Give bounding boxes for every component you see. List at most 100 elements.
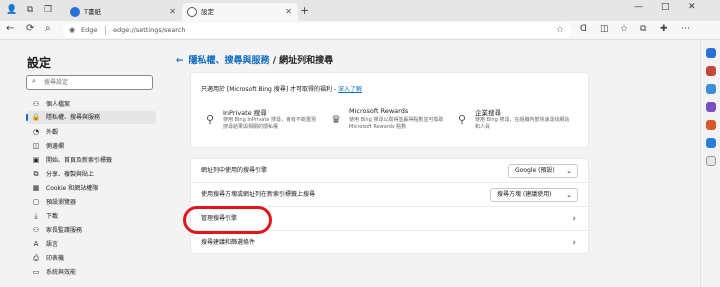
extensions-icon[interactable]: ✚ bbox=[660, 24, 668, 34]
sidebar-item-label: 分享、複製與貼上 bbox=[46, 171, 95, 178]
sidebar-item-languages[interactable]: A 語言 bbox=[26, 238, 156, 251]
address-brand: Edge bbox=[81, 26, 98, 34]
tab-label: T書紙 bbox=[84, 8, 101, 16]
row-label: 使用搜尋方塊或網址列在新索引標籤上搜尋 bbox=[201, 191, 316, 198]
share-icon: ⧉ bbox=[33, 170, 39, 178]
bing-intro: 只適用於 [Microsoft Bing 搜尋] 才可取得的福利 - 深入了解 bbox=[201, 84, 362, 93]
new-tab-search-row: 使用搜尋方塊或網址列在新索引標籤上搜尋 搜尋方塊 (建議使用) ⌄ bbox=[191, 183, 590, 207]
tab-1[interactable]: T書紙 ✕ bbox=[65, 3, 182, 21]
page-title: 設定 bbox=[27, 56, 52, 70]
favorite-star-icon[interactable]: ☆ bbox=[556, 23, 564, 38]
refresh-icon[interactable]: ⟳ bbox=[26, 23, 34, 34]
address-url[interactable]: edge://settings/search bbox=[113, 23, 186, 38]
search-icon: ⌕ bbox=[32, 77, 36, 85]
search-icon[interactable] bbox=[706, 48, 716, 58]
minimize-button[interactable]: — bbox=[634, 2, 643, 12]
highlight-annotation bbox=[183, 206, 272, 234]
outlook-icon[interactable] bbox=[706, 138, 716, 148]
tab-settings[interactable]: 設定 ✕ bbox=[182, 3, 298, 21]
sidebar-item-label: 開始、首頁及新索引標籤 bbox=[46, 157, 113, 164]
search-suggestions-row[interactable]: 搜尋建議和篩選條件 › bbox=[191, 231, 590, 255]
sidebar-item-cookies[interactable]: ▦ Cookie 和網站權限 bbox=[26, 182, 156, 195]
new-tab-button[interactable]: + bbox=[300, 4, 309, 17]
close-window-button[interactable]: ✕ bbox=[688, 2, 696, 12]
chevron-right-icon: › bbox=[572, 214, 576, 224]
close-icon[interactable]: ✕ bbox=[285, 3, 292, 21]
bing-benefits-card: 只適用於 [Microsoft Bing 搜尋] 才可取得的福利 - 深入了解 … bbox=[190, 72, 589, 148]
breadcrumb: ← 隱私權、搜尋與服務 / 網址列和搜尋 bbox=[176, 53, 333, 66]
sidebar-item-system[interactable]: ▭ 系統與效能 bbox=[26, 266, 156, 279]
browser-icon: ▢ bbox=[32, 198, 40, 206]
sidebar-item-default-browser[interactable]: ▢ 預設瀏覽器 bbox=[26, 196, 156, 209]
person-icon: ⚇ bbox=[32, 100, 40, 108]
sidebar-item-label: 系統與效能 bbox=[46, 269, 77, 276]
workspaces-icon[interactable]: ⧉ bbox=[24, 4, 36, 16]
add-icon[interactable] bbox=[706, 156, 716, 166]
sidebar-item-label: 語言 bbox=[46, 241, 59, 248]
sidebar-item-label: 印表機 bbox=[46, 255, 65, 262]
sidebar-item-share[interactable]: ⧉ 分享、複製與貼上 bbox=[26, 168, 156, 181]
sidebar-item-profiles[interactable]: ⚇ 個人檔案 bbox=[26, 98, 156, 111]
sidebar-item-sidebar[interactable]: ◫ 側邊欄 bbox=[26, 140, 156, 153]
settings-sidebar: 設定 ⌕ ⚇ 個人檔案 🔒 隱私權、搜尋與服務 ◔ 外觀 ◫ 側邊欄 ▣ 開始、… bbox=[0, 40, 165, 287]
sidebar-item-label: 個人檔案 bbox=[46, 101, 71, 108]
tab-label: 設定 bbox=[201, 8, 214, 16]
feature-desc: 使用 Bing 搜尋，在組織內部快速尋找網站和人員 bbox=[475, 117, 570, 130]
search-icon[interactable]: ⌕ bbox=[45, 23, 51, 34]
sidebar-item-privacy[interactable]: 🔒 隱私權、搜尋與服務 bbox=[26, 111, 156, 124]
sidebar-item-label: 家長監護服務 bbox=[46, 227, 83, 234]
search-engine-select[interactable]: Google (預設) ⌄ bbox=[508, 164, 578, 178]
sidebar-item-start-home[interactable]: ▣ 開始、首頁及新索引標籤 bbox=[26, 154, 156, 167]
back-arrow-icon[interactable]: ← bbox=[6, 23, 14, 34]
edge-sidebar bbox=[700, 40, 720, 287]
shopping-icon[interactable] bbox=[706, 66, 716, 76]
chevron-down-icon: ⌄ bbox=[566, 191, 572, 199]
search-input[interactable] bbox=[44, 77, 148, 88]
profile-icon[interactable]: 👤 bbox=[6, 4, 18, 16]
chevron-right-icon: › bbox=[572, 238, 576, 248]
games-icon[interactable] bbox=[706, 102, 716, 112]
close-icon[interactable]: ✕ bbox=[169, 3, 176, 21]
printer-icon: ⎙ bbox=[33, 254, 39, 262]
feature-title: InPrivate 搜尋 bbox=[223, 109, 267, 117]
back-arrow-icon[interactable]: ← bbox=[176, 56, 184, 66]
select-value: 搜尋方塊 (建議使用) bbox=[497, 191, 552, 198]
breadcrumb-parent-link[interactable]: 隱私權、搜尋與服務 bbox=[189, 56, 270, 66]
favorites-icon[interactable]: ☆ bbox=[620, 24, 628, 34]
sidebar-item-printers[interactable]: ⎙ 印表機 bbox=[26, 252, 156, 265]
office-icon[interactable] bbox=[706, 120, 716, 130]
new-tab-search-select[interactable]: 搜尋方塊 (建議使用) ⌄ bbox=[490, 188, 578, 202]
rewards-icon: ♛ bbox=[331, 113, 341, 126]
address-divider bbox=[105, 26, 106, 35]
sidebar-item-label: 預設瀏覽器 bbox=[46, 199, 77, 206]
more-icon[interactable]: ⋯ bbox=[681, 24, 690, 34]
tools-icon[interactable] bbox=[706, 84, 716, 94]
feature-desc: 使用 Bing InPrivate 搜尋，會有不斷重現搜尋結果與相關的隱私權 bbox=[223, 117, 317, 130]
cookie-icon: ▦ bbox=[32, 184, 40, 192]
sidebar-item-downloads[interactable]: ⤓ 下載 bbox=[26, 210, 156, 223]
tab-favicon bbox=[70, 7, 80, 17]
select-value: Google (預設) bbox=[515, 167, 555, 174]
gear-icon bbox=[187, 7, 197, 17]
breadcrumb-current: 網址列和搜尋 bbox=[279, 56, 334, 66]
split-screen-icon[interactable]: ◫ bbox=[600, 24, 609, 34]
feature-inprivate: ⚲ InPrivate 搜尋 使用 Bing InPrivate 搜尋，會有不斷… bbox=[201, 107, 319, 143]
search-settings-box[interactable]: ⌕ bbox=[26, 75, 153, 90]
chevron-down-icon: ⌄ bbox=[566, 167, 572, 175]
family-icon: ⚇ bbox=[32, 226, 40, 234]
feature-desc: 使用 Bing 搜尋以取得並贏得點數並可換取 Microsoft Rewards… bbox=[349, 117, 444, 130]
address-bar[interactable]: ◉ Edge edge://settings/search ☆ bbox=[63, 23, 572, 38]
inprivate-icon: ⚲ bbox=[205, 113, 215, 126]
sidebar-item-appearance[interactable]: ◔ 外觀 bbox=[26, 126, 156, 139]
collections-icon[interactable]: ⧉ bbox=[640, 24, 646, 34]
enterprise-icon: ⚲ bbox=[457, 113, 467, 126]
home-icon: ▣ bbox=[32, 156, 40, 164]
tab-actions-icon[interactable]: ❐ bbox=[42, 4, 54, 16]
learn-more-link[interactable]: 深入了解 bbox=[338, 86, 362, 93]
read-aloud-icon[interactable]: ᗡ bbox=[580, 24, 587, 34]
maximize-button[interactable]: □ bbox=[661, 2, 670, 12]
site-info-icon[interactable]: ◉ bbox=[69, 23, 75, 38]
bing-intro-text: 只適用於 [Microsoft Bing 搜尋] 才可取得的福利 - bbox=[201, 86, 337, 93]
sidebar-item-family[interactable]: ⚇ 家長監護服務 bbox=[26, 224, 156, 237]
feature-enterprise: ⚲ 企業搜尋 使用 Bing 搜尋，在組織內部快速尋找網站和人員 bbox=[453, 107, 571, 143]
